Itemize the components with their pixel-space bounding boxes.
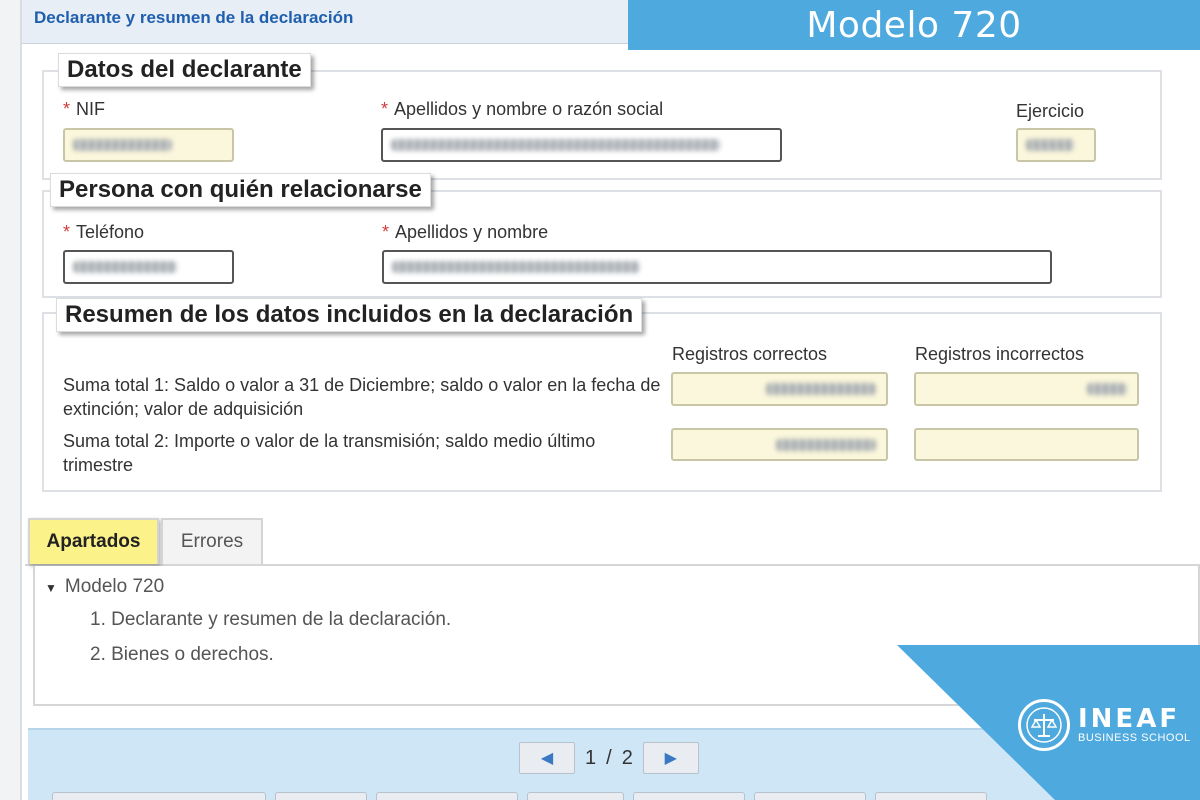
nombre-razon-social-label: * Apellidos y nombre o razón social (381, 99, 664, 119)
suma1-correctos-field[interactable] (671, 372, 888, 406)
tab-apartados[interactable]: Apartados (28, 518, 159, 564)
declarante-legend: Datos del declarante (58, 53, 311, 87)
section-title: Declarante y resumen de la declaración (34, 8, 354, 27)
registros-correctos-header: Registros correctos (672, 344, 828, 364)
telefono-field[interactable] (63, 250, 234, 284)
ejercicio-label: Ejercicio (1016, 101, 1085, 121)
toolbar-button-5[interactable] (633, 792, 745, 800)
pager: ◀ 1 / 2 ▶ (519, 742, 699, 774)
suma1-incorrectos-field[interactable] (914, 372, 1139, 406)
caret-down-icon[interactable]: ▼ (45, 581, 57, 595)
title-banner: Modelo 720 (628, 0, 1200, 50)
apartados-tree: ▼ Modelo 720 1. Declarante y resumen de l… (33, 566, 1200, 706)
page-current: 1 (585, 746, 597, 769)
registros-incorrectos-header: Registros incorrectos (915, 344, 1085, 364)
prev-page-button[interactable]: ◀ (519, 742, 575, 774)
window-left-border (0, 0, 22, 800)
toolbar-button-1[interactable] (52, 792, 266, 800)
telefono-label: * Teléfono (63, 222, 145, 242)
suma-total-2-label: Suma total 2: Importe o valor de la tran… (63, 431, 596, 475)
toolbar-button-2[interactable] (275, 792, 367, 800)
contacto-legend: Persona con quién relacionarse (50, 173, 431, 207)
nif-field[interactable] (63, 128, 234, 162)
ejercicio-field[interactable] (1016, 128, 1096, 162)
page-separator: / (606, 746, 612, 769)
suma-total-1-label: Suma total 1: Saldo o valor a 31 de Dici… (63, 375, 661, 419)
logo-subtitle: BUSINESS SCHOOL (1078, 732, 1191, 744)
toolbar-button-3[interactable] (376, 792, 518, 800)
triangle-left-icon: ◀ (540, 750, 554, 767)
logo-wordmark: INEAF BUSINESS SCHOOL (1078, 706, 1191, 744)
logo-seal-icon (1018, 699, 1070, 751)
logo-name: INEAF (1078, 704, 1181, 734)
tab-errores[interactable]: Errores (161, 518, 263, 564)
page-total: 2 (621, 746, 633, 769)
tree-item-declarante[interactable]: 1. Declarante y resumen de la declaració… (90, 609, 451, 631)
ineaf-logo: INEAF BUSINESS SCHOOL (1018, 699, 1191, 751)
suma2-correctos-field[interactable] (671, 428, 888, 461)
triangle-right-icon: ▶ (664, 750, 677, 767)
nif-label: * NIF (63, 99, 106, 119)
suma2-incorrectos-field[interactable] (914, 428, 1139, 461)
toolbar-button-7[interactable] (875, 792, 987, 800)
tree-root-modelo-720[interactable]: ▼ Modelo 720 (45, 576, 164, 598)
tree-item-bienes[interactable]: 2. Bienes o derechos. (90, 644, 274, 666)
contacto-nombre-field[interactable] (382, 250, 1052, 284)
toolbar-button-6[interactable] (754, 792, 866, 800)
contacto-nombre-label: * Apellidos y nombre (382, 222, 549, 242)
next-page-button[interactable]: ▶ (642, 742, 699, 774)
nombre-razon-social-field[interactable] (381, 128, 782, 162)
toolbar-button-4[interactable] (527, 792, 624, 800)
resumen-legend: Resumen de los datos incluidos en la dec… (56, 298, 643, 332)
